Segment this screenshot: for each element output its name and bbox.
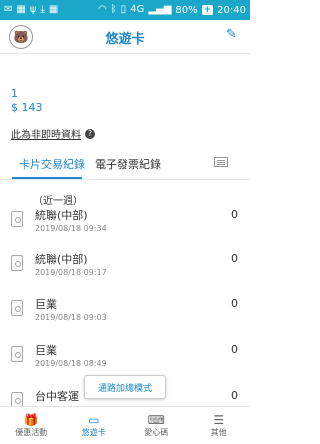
status-icons-left: ✉ ▦ ψ ⤓ ▦ xyxy=(4,5,58,15)
nav-item-label: 愛心碼 xyxy=(144,428,169,437)
transaction-value: 0 xyxy=(231,208,238,221)
card-icon: ▭ xyxy=(88,413,100,427)
transaction-store: 台中客運 xyxy=(35,390,79,403)
bluetooth-icon: ᛒ xyxy=(110,4,117,15)
battery-level: 80% xyxy=(175,4,198,16)
card-count: 1 xyxy=(11,87,18,100)
network-type-label: 4G xyxy=(130,4,145,15)
card-icon xyxy=(11,255,23,271)
transaction-value: 0 xyxy=(231,297,238,310)
nav-item-other[interactable]: ☰ 其他 xyxy=(188,407,251,444)
grid-icon: ▦ xyxy=(16,4,26,15)
wifi-icon: ◠ xyxy=(97,4,107,15)
nav-item-label: 悠遊卡 xyxy=(81,428,106,437)
transaction-row[interactable]: 統聯(中部) 2019/08/18 09:34 0 xyxy=(0,207,250,249)
edit-icon[interactable]: ✎ xyxy=(226,28,240,42)
vibrate-icon: ▯ xyxy=(120,4,127,15)
transaction-store: 統聯(中部) xyxy=(35,253,88,266)
transaction-value: 0 xyxy=(231,252,238,265)
range-label: （近一週） xyxy=(33,196,83,207)
transaction-store: 統聯(中部) xyxy=(35,209,88,222)
barcode-icon[interactable] xyxy=(214,157,228,167)
message-icon: ✉ xyxy=(4,4,13,15)
transaction-value: 0 xyxy=(231,389,238,402)
battery-icon: + xyxy=(201,5,214,15)
transaction-time: 2019/08/18 08:49 xyxy=(35,359,107,368)
nav-item-love-code[interactable]: ⌨ 愛心碼 xyxy=(125,407,188,444)
transaction-time: 2019/08/18 09:03 xyxy=(35,313,107,322)
tab-e-invoice[interactable]: 電子發票紀錄 xyxy=(95,156,161,172)
card-icon xyxy=(11,300,23,316)
card-icon xyxy=(11,346,23,362)
signal-icon: ▂▄▆ xyxy=(148,4,172,15)
active-tab-indicator xyxy=(12,177,82,179)
transaction-row[interactable]: 統聯(中部) 2019/08/18 09:17 0 xyxy=(0,251,250,293)
page-title: 悠遊卡 xyxy=(105,32,145,47)
transaction-store: 巨業 xyxy=(35,298,57,311)
card-summary: 1 $ 143 xyxy=(11,87,43,114)
bottom-nav: 🎁 優惠活動 ▭ 悠遊卡 ⌨ 愛心碼 ☰ 其他 xyxy=(0,406,250,444)
transaction-row[interactable]: 巨業 2019/08/18 09:03 0 xyxy=(0,296,250,338)
tab-card-transactions[interactable]: 卡片交易紀錄 xyxy=(19,156,85,172)
nav-item-easycard[interactable]: ▭ 悠遊卡 xyxy=(63,407,126,444)
menu-icon: ☰ xyxy=(213,413,225,427)
download-icon: ⤓ xyxy=(40,4,45,15)
nav-item-label: 優惠活動 xyxy=(15,428,48,437)
transaction-time: 2019/08/18 09:17 xyxy=(35,268,107,277)
nav-item-label: 其他 xyxy=(210,428,227,437)
channel-summary-mode-button[interactable]: 通路加總模式 xyxy=(84,375,166,399)
transaction-store: 巨業 xyxy=(35,344,57,357)
card-icon xyxy=(11,211,23,227)
non-realtime-label[interactable]: 此為非即時資料 xyxy=(11,126,81,141)
transaction-value: 0 xyxy=(231,343,238,356)
record-tabs: 卡片交易紀錄 電子發票紀錄 xyxy=(0,146,250,180)
transaction-time: 2019/08/18 09:34 xyxy=(35,224,107,233)
card-balance: $ 143 xyxy=(11,101,43,114)
status-icons-right: ◠ ᛒ ▯ 4G ▂▄▆ 80% + 20:40 xyxy=(98,5,246,16)
gift-icon: 🎁 xyxy=(23,413,39,427)
non-realtime-info[interactable]: 此為非即時資料 ? xyxy=(11,126,95,141)
usb-icon: ψ xyxy=(29,4,37,15)
nav-item-promotions[interactable]: 🎁 優惠活動 xyxy=(0,407,63,444)
status-bar: ✉ ▦ ψ ⤓ ▦ ◠ ᛒ ▯ 4G ▂▄▆ 80% + 20:40 xyxy=(0,0,250,20)
grid-icon: ▦ xyxy=(48,4,59,15)
app-header: 🐻 悠遊卡 ✎ xyxy=(0,20,250,54)
help-icon[interactable]: ? xyxy=(85,128,95,139)
keyboard-icon: ⌨ xyxy=(147,413,165,427)
clock: 20:40 xyxy=(217,4,246,16)
